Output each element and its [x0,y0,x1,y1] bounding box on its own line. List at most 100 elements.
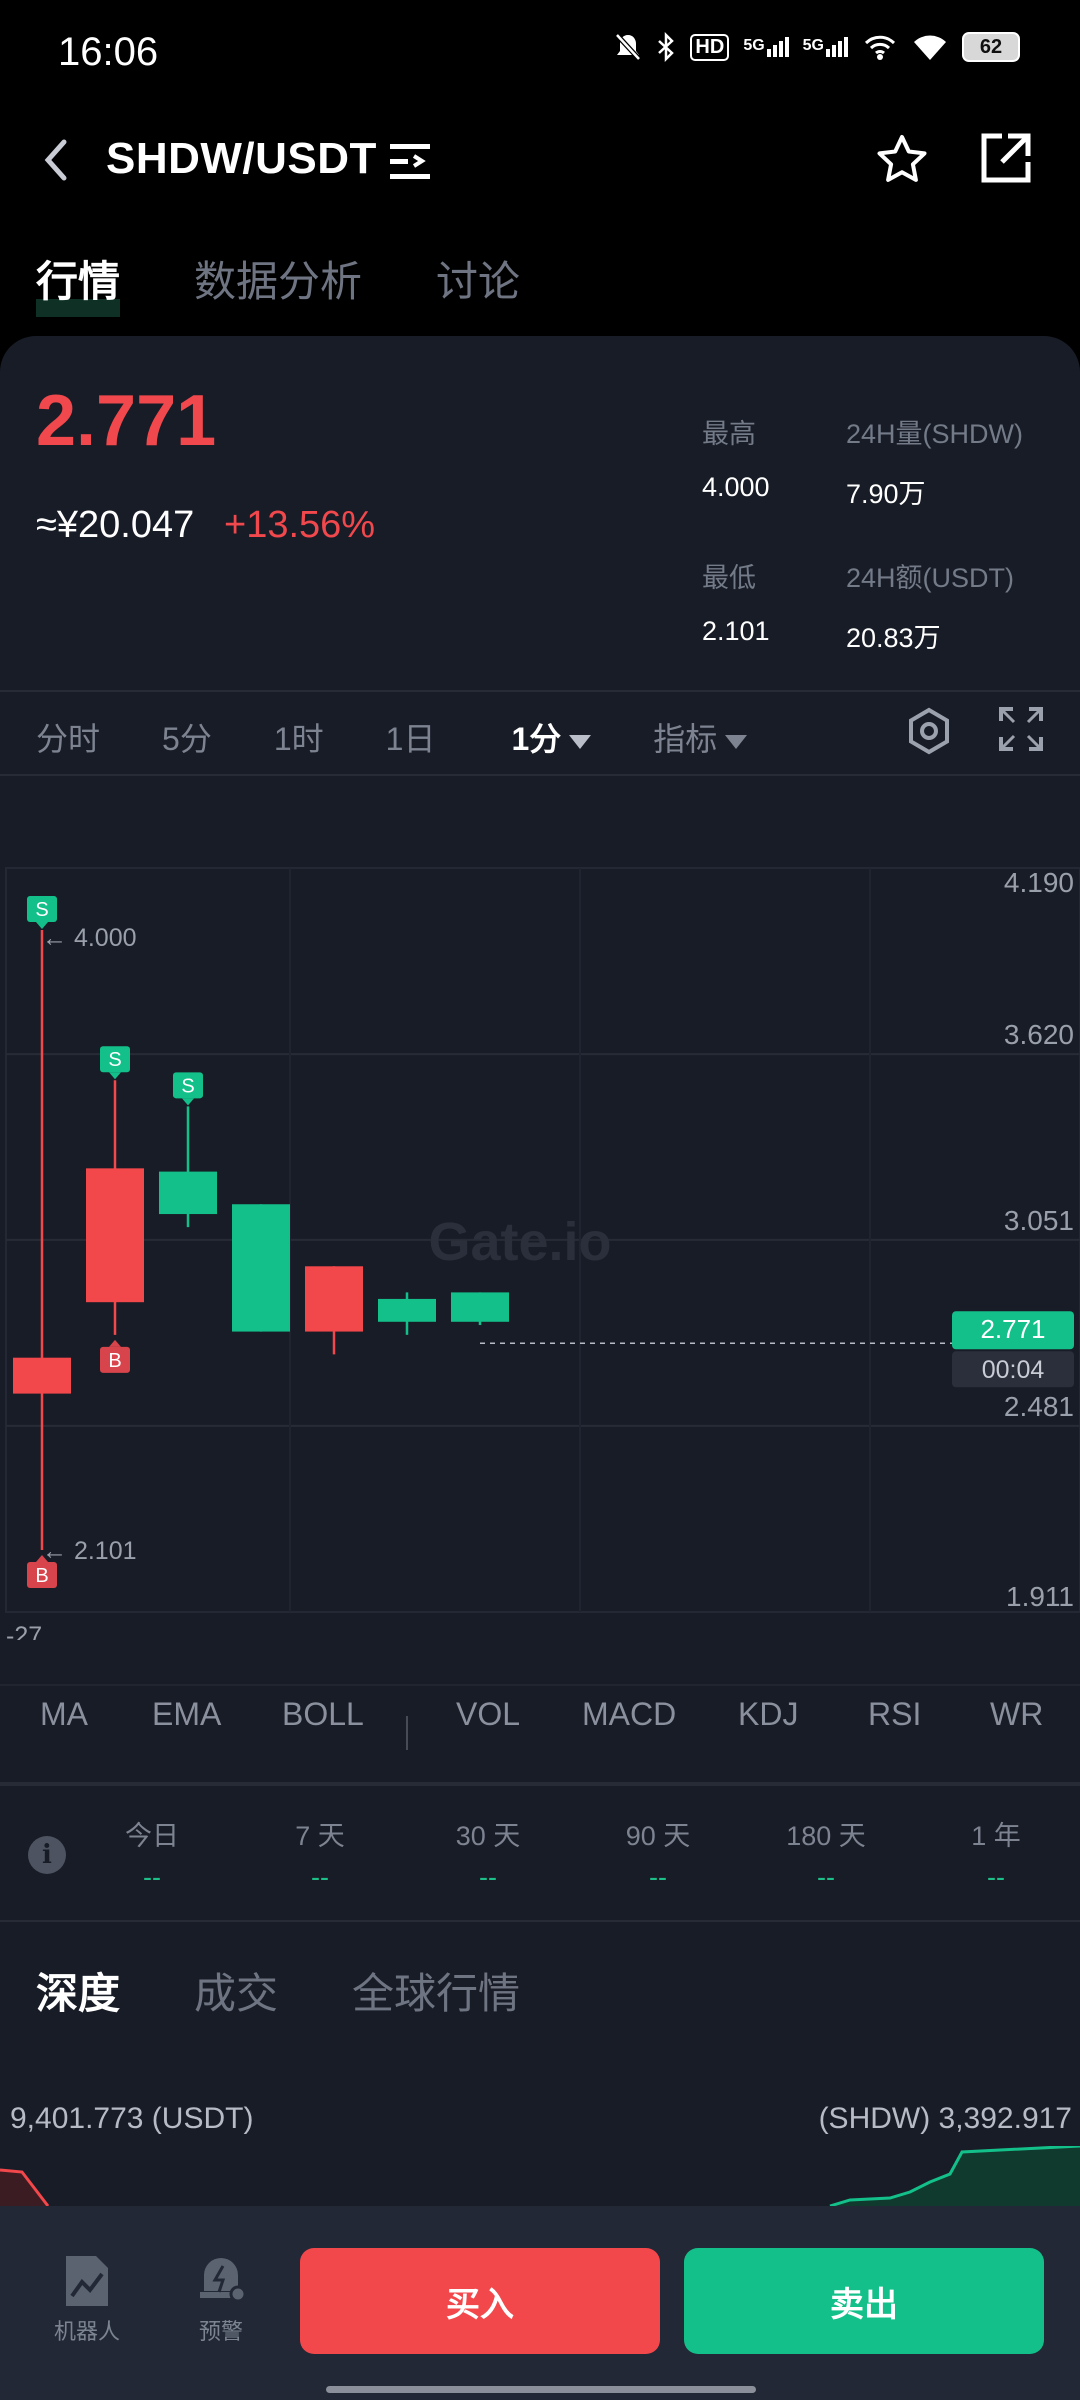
amount-label: 24H额(USDT) [846,563,1015,593]
trade-marker-label: B [108,1350,121,1372]
trade-marker-tip [109,1339,121,1347]
high-label: 最高 [702,419,756,449]
period-value: -- [311,1862,329,1892]
period-label: 90 天 [625,1821,691,1851]
pair-title[interactable]: SHDW/USDT [106,134,377,184]
indicator-ema[interactable]: EMA [152,1696,221,1733]
mute-bell-icon [615,33,642,61]
indicator-vol[interactable]: VOL [456,1696,520,1733]
share-icon[interactable] [978,130,1034,186]
low-value: 2.101 [702,616,770,646]
tab-global-market[interactable]: 全球行情 [352,1960,520,2021]
candlestick-chart[interactable]: 4.190 3.620 3.051 2.481 1.911 Gate.io S B S B S ← 4… [0,850,1080,1640]
y-tick-label: 4.190 [1004,867,1074,898]
indicator-kdj[interactable]: KDJ [738,1696,798,1733]
fullscreen-icon[interactable] [998,706,1044,752]
robot-button[interactable]: 机器人 [54,2254,120,2346]
indicator-dropdown[interactable]: 指标 [653,714,748,760]
top-tabs: 行情 数据分析 讨论 [36,248,520,317]
status-icons: HD 5G 5G 62 [614,32,1020,62]
trade-marker-tip [109,1072,121,1080]
period-value: -- [479,1862,497,1892]
tab-data-analysis[interactable]: 数据分析 [194,248,362,309]
watermark: Gate.io [428,1212,611,1272]
high-value: 4.000 [702,472,770,502]
wifi-icon [914,35,946,60]
x-axis-label: -27 [6,1622,42,1640]
price-change: +13.56% [224,504,376,546]
depth-sell-total: (SHDW) 3,392.917 [818,2102,1072,2135]
candle-body [232,1204,290,1332]
buy-button[interactable]: 买入 [300,2248,660,2354]
home-indicator[interactable] [326,2386,756,2393]
indicator-macd[interactable]: MACD [582,1696,676,1733]
vol-value: 7.90万 [846,479,926,509]
back-arrow-icon[interactable] [36,130,76,190]
divider [0,774,1080,776]
trade-marker-label: B [35,1565,48,1587]
y-tick-label: 3.051 [1004,1205,1074,1236]
alarm-icon [200,2258,247,2303]
period-label: 7 天 [295,1821,345,1851]
sell-button[interactable]: 卖出 [684,2248,1044,2354]
pair-list-icon[interactable] [388,140,434,184]
info-icon[interactable]: i [28,1836,66,1874]
tab-market[interactable]: 行情 [36,248,121,317]
trade-marker-label: S [35,899,48,921]
countdown-tag: 00:04 [982,1356,1045,1384]
y-tick-label: 2.481 [1004,1391,1074,1422]
depth-chart [0,2146,1080,2206]
divider [0,1782,1080,1786]
indicator-separator [406,1716,408,1750]
vol-label: 24H量(SHDW) [846,419,1024,449]
candle-body [451,1292,509,1322]
tab-depth[interactable]: 深度 [36,1960,121,2029]
indicator-wr[interactable]: WR [990,1696,1043,1733]
divider [0,1684,1080,1686]
period-value: -- [987,1862,1005,1892]
tab-trades[interactable]: 成交 [194,1960,278,2021]
period-label: 30 天 [455,1821,521,1851]
trade-marker-tip [182,1098,194,1106]
amount-value: 20.83万 [846,623,941,653]
depth-buy-total: 9,401.773 (USDT) [10,2102,254,2135]
period-value: -- [817,1862,835,1892]
chevron-down-icon [725,734,748,749]
candle-body [13,1357,71,1394]
chart-settings-icon[interactable] [904,706,954,756]
favorite-star-icon[interactable] [874,132,930,188]
indicator-boll[interactable]: BOLL [282,1696,364,1733]
timeframe-row: 分时 5分 1时 1日 1分 指标 [36,714,809,760]
tf-timeline[interactable]: 分时 [36,714,100,760]
period-value: -- [143,1862,161,1892]
robot-label: 机器人 [54,2319,121,2344]
divider [0,1920,1080,1922]
candle-body [86,1168,144,1303]
indicator-ma[interactable]: MA [40,1696,88,1733]
robot-icon [66,2256,108,2306]
battery-icon: 62 [962,32,1020,62]
last-price-tag: 2.771 [980,1314,1045,1344]
y-tick-label: 1.911 [1006,1581,1074,1612]
candle-body [305,1266,363,1332]
price-cny: ≈¥20.047 [36,504,195,546]
tf-5m[interactable]: 5分 [162,714,212,760]
period-label: 180 天 [786,1821,866,1851]
tab-discussion[interactable]: 讨论 [436,248,520,309]
network-5g-1: 5G [743,37,789,57]
tf-selected-dropdown[interactable]: 1分 [511,714,592,760]
indicator-rsi[interactable]: RSI [868,1696,921,1733]
alert-button[interactable]: 预警 [188,2254,254,2346]
low-annotation: ← 2.101 [42,1537,137,1565]
low-label: 最低 [702,563,756,593]
tf-1d[interactable]: 1日 [386,714,436,760]
bluetooth-icon [658,32,675,62]
y-tick-label: 3.620 [1004,1019,1074,1050]
candle-body [159,1171,217,1215]
period-label: 今日 [125,1821,179,1851]
tf-1h[interactable]: 1时 [274,714,324,760]
hd-badge: HD [690,33,730,61]
period-value: -- [649,1862,667,1892]
status-time: 16:06 [58,30,159,74]
candle-body [378,1298,436,1322]
